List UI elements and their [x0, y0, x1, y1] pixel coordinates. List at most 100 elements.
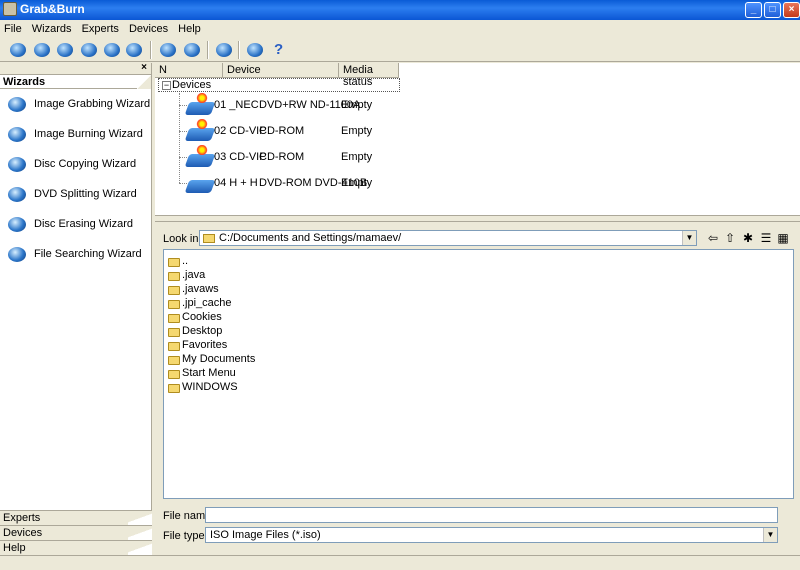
wizard-disc-copying[interactable]: Disc Copying Wizard: [0, 149, 151, 179]
folder-icon: [168, 342, 180, 351]
wizard-dvd-splitting[interactable]: DVD Splitting Wizard: [0, 179, 151, 209]
close-button[interactable]: ×: [783, 2, 800, 18]
wizard-image-grabbing[interactable]: Image Grabbing Wizard: [0, 89, 151, 119]
wizards-header[interactable]: Wizards: [0, 75, 151, 89]
device-number: 04 H + H: [214, 177, 258, 189]
folder-icon: [168, 286, 180, 295]
drive-burner-icon: [184, 145, 216, 167]
menu-wizards[interactable]: Wizards: [28, 20, 75, 35]
details-view-icon[interactable]: ▦: [775, 230, 791, 246]
disc-erasing-icon: [6, 214, 28, 234]
item-name: ..: [182, 255, 189, 267]
tree-root-label: Devices: [172, 79, 212, 91]
status-bar: [0, 555, 800, 570]
maximize-button[interactable]: □: [764, 2, 781, 18]
file-type-label: File type:: [163, 530, 208, 542]
folder-icon: [168, 272, 180, 281]
drive-burner-icon: [184, 119, 216, 141]
folder-icon: [203, 234, 215, 243]
tree-branch: [179, 131, 187, 132]
menu-devices[interactable]: Devices: [125, 20, 171, 35]
device-model: CD-ROM: [259, 125, 305, 137]
device-number: 01 _NEC: [214, 99, 259, 111]
disc-erasing-icon[interactable]: [102, 40, 122, 60]
device-settings-icon[interactable]: [182, 40, 202, 60]
eject-icon[interactable]: [214, 40, 234, 60]
menu-file[interactable]: File: [0, 20, 25, 35]
media-status: Empty: [341, 99, 373, 111]
new-folder-icon[interactable]: ✱: [740, 230, 756, 246]
folder-icon: [168, 258, 180, 267]
dvd-splitting-icon: [6, 184, 28, 204]
image-grabbing-icon[interactable]: [8, 40, 28, 60]
device-row[interactable]: 01 _NEC DVD+RW ND-1100A Empty: [179, 92, 799, 118]
tree-branch: [179, 157, 187, 158]
toolbar-separator: [150, 41, 152, 59]
disc-copying-icon: [6, 154, 28, 174]
chevron-down-icon[interactable]: ▼: [682, 231, 696, 245]
web-icon[interactable]: [245, 40, 265, 60]
back-icon[interactable]: ⇦: [705, 230, 721, 246]
column-header-n[interactable]: N: [155, 63, 223, 78]
minimize-button[interactable]: _: [745, 2, 762, 18]
collapse-icon[interactable]: −: [162, 81, 171, 90]
item-name: .java: [182, 269, 206, 281]
tree-branch: [179, 105, 187, 106]
disc-copying-icon[interactable]: [55, 40, 75, 60]
wizard-label: DVD Splitting Wizard: [34, 188, 137, 200]
folder-icon: [168, 328, 180, 337]
media-status: Empty: [341, 177, 373, 189]
drive-burner-icon: [184, 93, 216, 115]
folder-icon: [168, 300, 180, 309]
wizard-label: Image Burning Wizard: [34, 128, 143, 140]
window-title: Grab&Burn: [20, 2, 85, 16]
item-name: Start Menu: [182, 367, 236, 379]
column-header-media-status[interactable]: Media status: [339, 63, 399, 88]
drive-reader-icon: [184, 171, 216, 193]
menu-experts[interactable]: Experts: [78, 20, 122, 35]
toolbar-separator: [238, 41, 240, 59]
help-icon[interactable]: ?: [270, 40, 290, 60]
panel-titlebar: ×: [0, 62, 151, 75]
pane-splitter[interactable]: [155, 216, 800, 222]
tab-devices[interactable]: Devices: [0, 525, 152, 540]
chevron-down-icon[interactable]: ▼: [763, 528, 777, 542]
folder-icon: [168, 384, 180, 393]
list-view-icon[interactable]: ☰: [758, 230, 774, 246]
item-name: Desktop: [182, 325, 223, 337]
toolbar: ?: [0, 38, 800, 62]
device-row[interactable]: 02 CD-VIP CD-ROM Empty: [179, 118, 799, 144]
panel-close-icon[interactable]: ×: [141, 62, 147, 73]
wizard-disc-erasing[interactable]: Disc Erasing Wizard: [0, 209, 151, 239]
dvd-splitting-icon[interactable]: [79, 40, 99, 60]
image-burning-icon[interactable]: [32, 40, 52, 60]
item-name: Favorites: [182, 339, 228, 351]
file-searching-icon: [6, 244, 28, 264]
device-row[interactable]: 03 CD-VIP CD-ROM Empty: [179, 144, 799, 170]
media-status: Empty: [341, 125, 373, 137]
look-in-dropdown[interactable]: C:/Documents and Settings/mamaev/ ▼: [199, 230, 697, 246]
folder-icon: [168, 314, 180, 323]
look-in-value: C:/Documents and Settings/mamaev/: [219, 232, 402, 244]
title-bar: Grab&Burn _ □ ×: [0, 0, 800, 20]
item-name: My Documents: [182, 353, 256, 365]
tab-experts[interactable]: Experts: [0, 510, 152, 525]
wizard-image-burning[interactable]: Image Burning Wizard: [0, 119, 151, 149]
file-list: .. .java .javaws .jpi_cache Cookies Desk…: [163, 249, 794, 499]
up-folder-icon[interactable]: ⇧: [722, 230, 738, 246]
device-row[interactable]: 04 H + H DVD-ROM DVD-410B Empty: [179, 170, 799, 196]
wizard-file-searching[interactable]: File Searching Wizard: [0, 239, 151, 269]
file-searching-icon[interactable]: [124, 40, 144, 60]
look-in-label: Look in:: [163, 233, 202, 245]
file-type-select[interactable]: ISO Image Files (*.iso) ▼: [205, 527, 778, 543]
item-name: .javaws: [182, 283, 219, 295]
file-name-field[interactable]: [205, 507, 778, 523]
tab-help[interactable]: Help: [0, 540, 152, 555]
device-list: N Device Media status − Devices 01 _NEC …: [155, 63, 800, 216]
file-type-value: ISO Image Files (*.iso): [210, 529, 321, 541]
column-header-device[interactable]: Device: [223, 63, 339, 78]
refresh-devices-icon[interactable]: [158, 40, 178, 60]
devices-tree-root[interactable]: − Devices: [158, 78, 400, 92]
menu-help[interactable]: Help: [174, 20, 204, 35]
wizard-label: File Searching Wizard: [34, 248, 142, 260]
